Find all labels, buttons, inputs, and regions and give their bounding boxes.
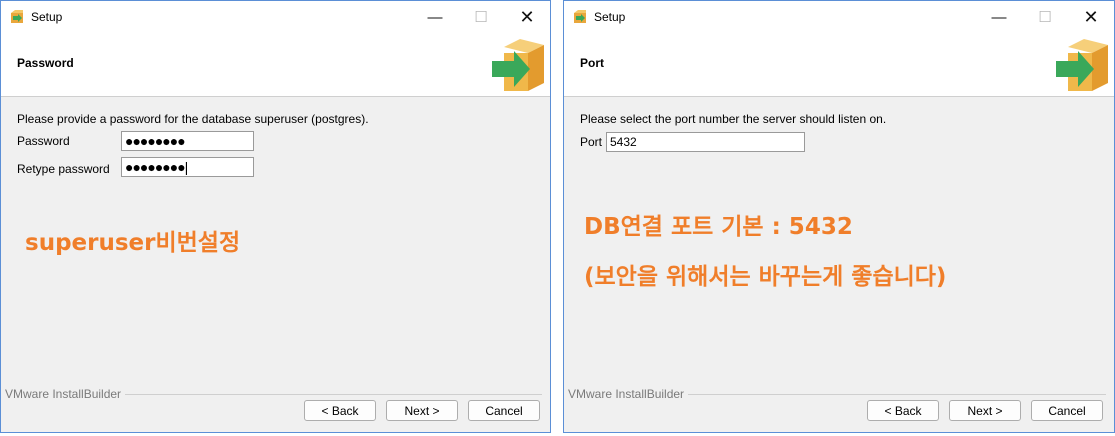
minimize-button[interactable]: — [412,1,458,33]
installer-logo-icon [492,39,544,91]
back-button[interactable]: < Back [867,400,939,421]
page-header: Port [564,33,1114,97]
password-input[interactable]: ●●●●●●●● [121,131,254,151]
port-label: Port [580,135,603,149]
annotation-text-line-2: (보안을 위해서는 바꾸는게 좋습니다) [584,264,947,290]
setup-window-password: Setup — ☐ ✕ Password Please provide a pa… [0,0,551,433]
description-text: Please select the port number the server… [580,112,887,126]
cancel-button[interactable]: Cancel [1031,400,1103,421]
brand-separator: VMware InstallBuilder [568,387,1106,401]
setup-app-icon [574,10,586,23]
minimize-button[interactable]: — [976,1,1022,33]
page-title: Password [17,56,74,70]
annotation-text-line-1: DB연결 포트 기본 : 5432 [584,214,853,240]
close-button[interactable]: ✕ [504,1,550,33]
back-button[interactable]: < Back [304,400,376,421]
setup-app-icon [11,10,23,23]
brand-label: VMware InstallBuilder [568,387,689,401]
brand-separator: VMware InstallBuilder [5,387,542,401]
page-title: Port [580,56,604,70]
window-title: Setup [594,10,626,24]
maximize-button[interactable]: ☐ [458,1,504,33]
title-bar[interactable]: Setup — ☐ ✕ [1,1,550,33]
title-bar[interactable]: Setup — ☐ ✕ [564,1,1114,33]
cancel-button[interactable]: Cancel [468,400,540,421]
window-title: Setup [31,10,63,24]
port-input[interactable]: 5432 [606,132,805,152]
annotation-text: superuser비번설정 [25,230,241,256]
page-content: Please select the port number the server… [564,97,1114,432]
retype-password-input[interactable]: ●●●●●●●●| [121,157,254,177]
description-text: Please provide a password for the databa… [17,112,369,126]
retype-password-label: Retype password [17,162,110,176]
page-content: Please provide a password for the databa… [1,97,550,432]
maximize-button[interactable]: ☐ [1022,1,1068,33]
brand-label: VMware InstallBuilder [5,387,126,401]
close-button[interactable]: ✕ [1068,1,1114,33]
installer-logo-icon [1056,39,1108,91]
setup-window-port: Setup — ☐ ✕ Port Please select the port … [563,0,1115,433]
next-button[interactable]: Next > [949,400,1021,421]
next-button[interactable]: Next > [386,400,458,421]
page-header: Password [1,33,550,97]
password-label: Password [17,134,70,148]
